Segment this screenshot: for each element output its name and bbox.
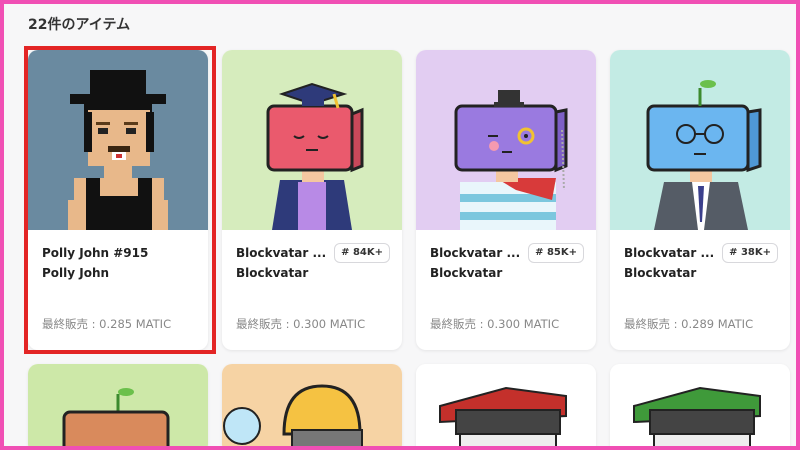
nft-card[interactable]: Polly John #915 Polly John 最終販売 : 0.285 … [28,50,208,350]
nft-name[interactable]: Polly John #915 [42,246,192,260]
pixel-avatar-image [28,50,208,230]
nft-name[interactable]: Blockvatar ... [430,246,522,260]
nft-image [610,364,790,446]
nft-collection[interactable]: Blockvatar [236,266,308,280]
nft-card[interactable]: Blockvatar ... # 84K+ Blockvatar 最終販売 : … [222,50,402,350]
last-sale-price: 最終販売 : 0.300 MATIC [430,317,560,331]
nft-info: Polly John #915 Polly John 最終販売 : 0.285 … [28,230,208,350]
nft-card[interactable]: Blockvatar ... # 38K+ Blockvatar 最終販売 : … [610,50,790,350]
nft-image [222,364,402,446]
nft-info: Blockvatar ... # 38K+ Blockvatar 最終販売 : … [610,230,790,350]
blockvatar-image [416,50,596,230]
blockvatar-image [222,50,402,230]
nft-image [416,50,596,230]
nft-card[interactable] [222,364,402,446]
nft-card[interactable]: Blockvatar ... # 85K+ Blockvatar 最終販売 : … [416,50,596,350]
nft-collection[interactable]: Blockvatar [430,266,502,280]
nft-image [222,50,402,230]
nft-image [610,50,790,230]
nft-info: Blockvatar ... # 85K+ Blockvatar 最終販売 : … [416,230,596,350]
nft-name[interactable]: Blockvatar ... [624,246,716,260]
last-sale-price: 最終販売 : 0.300 MATIC [236,317,366,331]
last-sale-price: 最終販売 : 0.289 MATIC [624,317,754,331]
nft-card[interactable] [416,364,596,446]
nft-card[interactable] [610,364,790,446]
nft-image [28,50,208,230]
nft-collection[interactable]: Polly John [42,266,109,280]
page: 22件のアイテム Polly John #915 Polly John 最終販売… [4,4,796,446]
nft-card[interactable] [28,364,208,446]
rarity-rank-badge: # 38K+ [722,243,778,263]
nft-image [28,364,208,446]
nft-collection[interactable]: Blockvatar [624,266,696,280]
nft-name[interactable]: Blockvatar ... [236,246,328,260]
blockvatar-image [610,50,790,230]
item-count: 22件のアイテム [28,17,131,33]
last-sale-price: 最終販売 : 0.285 MATIC [42,317,172,331]
nft-info: Blockvatar ... # 84K+ Blockvatar 最終販売 : … [222,230,402,350]
rarity-rank-badge: # 85K+ [528,243,584,263]
rarity-rank-badge: # 84K+ [334,243,390,263]
nft-image [416,364,596,446]
